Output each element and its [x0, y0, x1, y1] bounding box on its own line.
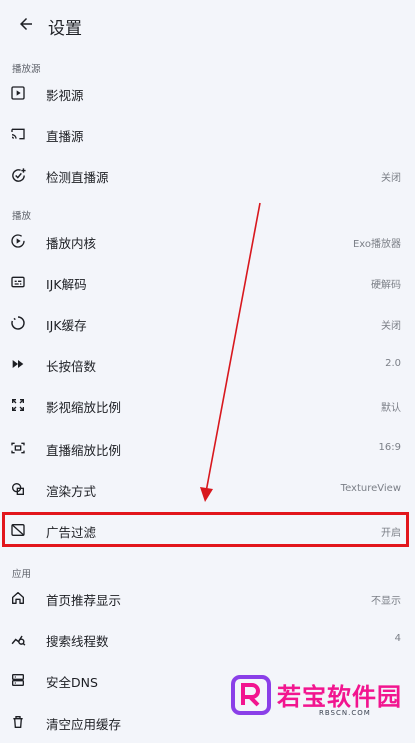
setting-row-check-live-source[interactable]: 检测直播源 关闭 [0, 155, 415, 196]
loading-circle-icon [9, 314, 27, 332]
setting-value: 不显示 [371, 596, 401, 607]
setting-value: Exo播放器 [352, 239, 401, 250]
setting-value: 16:9 [378, 442, 401, 453]
setting-value: 2.0 [385, 358, 401, 369]
setting-label: 影视源 [46, 88, 84, 103]
setting-label: 直播源 [46, 129, 84, 144]
setting-value: TextureView [340, 483, 401, 494]
dns-icon [9, 671, 27, 689]
setting-row-ijk-decode[interactable]: IJK解码 硬解码 [0, 262, 415, 303]
subtitles-icon [9, 273, 27, 291]
setting-value: 关闭 [381, 321, 401, 332]
setting-label: 渲染方式 [46, 484, 97, 499]
setting-row-player-core[interactable]: 播放内核 Exo播放器 [0, 221, 415, 262]
setting-row-search-threads[interactable]: 搜索线程数 4 [0, 619, 415, 660]
arrow-left-icon[interactable] [14, 12, 38, 36]
search-threads-icon [9, 630, 27, 648]
setting-label: IJK缓存 [46, 318, 87, 333]
watermark-logo [231, 675, 271, 715]
aspect-ratio-icon [9, 439, 27, 457]
setting-label: 播放内核 [46, 236, 97, 251]
home-icon [9, 589, 27, 607]
setting-value: 默认 [381, 403, 401, 414]
play-square-icon [9, 84, 27, 102]
setting-row-video-source[interactable]: 影视源 [0, 73, 415, 114]
watermark-name: 若宝软件园 [277, 683, 402, 711]
section-header-playback: 播放 [12, 211, 32, 222]
app-bar: 设置 [0, 0, 415, 52]
setting-label: 首页推荐显示 [46, 593, 122, 608]
highlight-box [2, 512, 409, 547]
page-title: 设置 [48, 19, 82, 39]
setting-row-ijk-cache[interactable]: IJK缓存 关闭 [0, 303, 415, 344]
setting-label: 搜索线程数 [46, 634, 109, 649]
setting-row-home-recommend[interactable]: 首页推荐显示 不显示 [0, 578, 415, 619]
fast-forward-icon [9, 355, 27, 373]
setting-row-live-source[interactable]: 直播源 [0, 114, 415, 155]
setting-label: 影视缩放比例 [46, 400, 122, 415]
shapes-icon [9, 480, 27, 498]
play-circle-icon [9, 232, 27, 250]
expand-icon [9, 396, 27, 414]
setting-label: 长按倍数 [46, 359, 97, 374]
setting-label: 清空应用缓存 [46, 717, 122, 732]
setting-value: 关闭 [381, 173, 401, 184]
setting-label: 检测直播源 [46, 170, 109, 185]
watermark: 若宝软件园 RBSCN.COM [231, 675, 411, 720]
setting-row-video-scale[interactable]: 影视缩放比例 默认 [0, 385, 415, 426]
setting-value: 4 [394, 633, 401, 644]
setting-label: IJK解码 [46, 277, 87, 292]
check-circle-plus-icon [9, 166, 27, 184]
cast-icon [9, 125, 27, 143]
setting-value: 硬解码 [371, 280, 401, 291]
setting-row-render-mode[interactable]: 渲染方式 TextureView [0, 469, 415, 510]
setting-label: 直播缩放比例 [46, 443, 122, 458]
setting-row-live-scale[interactable]: 直播缩放比例 16:9 [0, 428, 415, 469]
setting-row-long-press-speed[interactable]: 长按倍数 2.0 [0, 344, 415, 385]
setting-label: 安全DNS [46, 675, 98, 690]
trash-icon [9, 713, 27, 731]
watermark-site: RBSCN.COM [319, 709, 371, 717]
